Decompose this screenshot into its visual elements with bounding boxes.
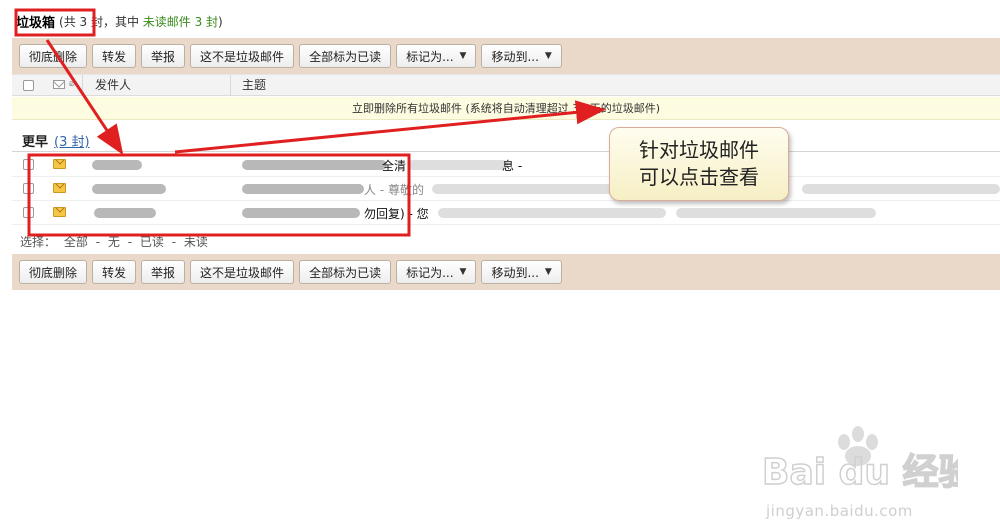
mark-all-read-button[interactable]: 全部标为已读 xyxy=(299,260,392,284)
move-to-dropdown[interactable]: 移动到... ▼ xyxy=(481,260,562,284)
mail-subject-fragment: 勿回复) - 您 xyxy=(364,207,429,221)
mail-checkbox[interactable] xyxy=(23,207,34,218)
selection-separator: - xyxy=(127,235,133,249)
summary-prefix: (共 3 封，其中 xyxy=(59,14,143,29)
baidu-paw-logo: Bai du 经验 xyxy=(761,426,958,494)
mark-as-dropdown[interactable]: 标记为... ▼ xyxy=(396,260,477,284)
mail-row[interactable]: 勿回复) - 您 xyxy=(12,201,1000,225)
folder-title-bar: 垃圾箱 (共 3 封，其中 未读邮件 3 封) xyxy=(16,9,223,33)
unread-count-link[interactable]: 未读邮件 3 封 xyxy=(143,15,218,29)
unread-mail-icon xyxy=(53,207,66,217)
chevron-down-icon: ▼ xyxy=(459,267,467,277)
mail-checkbox[interactable] xyxy=(23,159,34,170)
blurred-preview xyxy=(438,208,666,218)
move-to-label: 移动到... xyxy=(491,265,539,280)
mark-as-dropdown[interactable]: 标记为... ▼ xyxy=(396,44,477,68)
callout-annotation: 针对垃圾邮件 可以点击查看 xyxy=(609,127,789,201)
attachment-icon: ⌀ xyxy=(69,78,76,89)
watermark-url: jingyan.baidu.com xyxy=(766,502,913,520)
mark-as-label: 标记为... xyxy=(406,265,454,280)
blurred-subject xyxy=(242,184,364,194)
selection-bar: 选择： 全部 - 无 - 已读 - 未读 xyxy=(20,233,212,250)
column-subject[interactable]: 主题 xyxy=(230,75,266,96)
blurred-preview xyxy=(432,184,622,194)
blurred-sender xyxy=(92,160,142,170)
delete-forever-button[interactable]: 彻底删除 xyxy=(19,44,88,68)
select-none-link[interactable]: 无 xyxy=(108,235,120,249)
blurred-sender xyxy=(94,208,156,218)
delete-forever-button[interactable]: 彻底删除 xyxy=(19,260,88,284)
select-read-link[interactable]: 已读 xyxy=(140,235,164,249)
selection-separator: - xyxy=(95,235,101,249)
report-button[interactable]: 举报 xyxy=(141,260,186,284)
report-button[interactable]: 举报 xyxy=(141,44,186,68)
watermark-logo-text: Bai du 经验 xyxy=(762,452,958,493)
unread-mail-icon xyxy=(53,159,66,169)
blurred-preview xyxy=(676,208,876,218)
blurred-sender xyxy=(92,184,166,194)
mail-checkbox[interactable] xyxy=(23,183,34,194)
mail-row[interactable]: 人 - 尊敬的 xyxy=(12,177,1000,201)
move-to-dropdown[interactable]: 移动到... ▼ xyxy=(481,44,562,68)
blurred-preview xyxy=(802,184,1000,194)
mail-list-header: ⌀ 发件人 主题 xyxy=(12,74,1000,96)
chevron-down-icon: ▼ xyxy=(544,51,552,61)
folder-name: 垃圾箱 xyxy=(16,15,56,31)
select-unread-link[interactable]: 未读 xyxy=(184,235,208,249)
blurred-subject xyxy=(408,160,508,170)
blurred-subject xyxy=(242,160,387,170)
selection-separator: - xyxy=(171,235,177,249)
summary-suffix: ) xyxy=(218,14,223,29)
delete-all-notice[interactable]: 立即删除所有垃圾邮件 (系统将自动清理超过 30 天的垃圾邮件) xyxy=(12,97,1000,120)
mail-subject-fragment: 全清 xyxy=(382,159,407,173)
baidu-jingyan-watermark: Bai du 经验 jingyan.baidu.com xyxy=(758,420,958,524)
toolbar-top: 彻底删除 转发 举报 这不是垃圾邮件 全部标为已读 标记为... ▼ 移动到...… xyxy=(12,38,1000,74)
selection-prefix: 选择： xyxy=(20,235,57,249)
not-spam-button[interactable]: 这不是垃圾邮件 xyxy=(190,44,295,68)
mail-row[interactable]: 全清 息 - xyxy=(12,153,1000,177)
envelope-icon xyxy=(53,80,65,89)
column-sender[interactable]: 发件人 xyxy=(82,75,230,96)
mail-subject-fragment: 人 - 尊敬的 xyxy=(364,183,424,197)
group-divider xyxy=(12,151,1000,152)
mail-trail-fragment: 息 - xyxy=(502,159,523,173)
toolbar-bottom: 彻底删除 转发 举报 这不是垃圾邮件 全部标为已读 标记为... ▼ 移动到...… xyxy=(12,254,1000,290)
forward-button[interactable]: 转发 xyxy=(92,44,137,68)
chevron-down-icon: ▼ xyxy=(544,267,552,277)
group-count-link[interactable]: (3 封) xyxy=(54,135,90,150)
forward-button[interactable]: 转发 xyxy=(92,260,137,284)
mark-all-read-button[interactable]: 全部标为已读 xyxy=(299,44,392,68)
select-all-link[interactable]: 全部 xyxy=(64,235,88,249)
not-spam-button[interactable]: 这不是垃圾邮件 xyxy=(190,260,295,284)
group-title: 更早 (3 封) xyxy=(22,131,90,150)
chevron-down-icon: ▼ xyxy=(459,51,467,61)
move-to-label: 移动到... xyxy=(491,49,539,64)
unread-mail-icon xyxy=(53,183,66,193)
mark-as-label: 标记为... xyxy=(406,49,454,64)
group-label: 更早 xyxy=(22,135,49,150)
callout-text: 针对垃圾邮件 可以点击查看 xyxy=(639,138,759,189)
folder-summary: (共 3 封，其中 未读邮件 3 封) xyxy=(59,13,223,30)
blurred-subject xyxy=(242,208,360,218)
select-all-checkbox[interactable] xyxy=(23,80,34,91)
